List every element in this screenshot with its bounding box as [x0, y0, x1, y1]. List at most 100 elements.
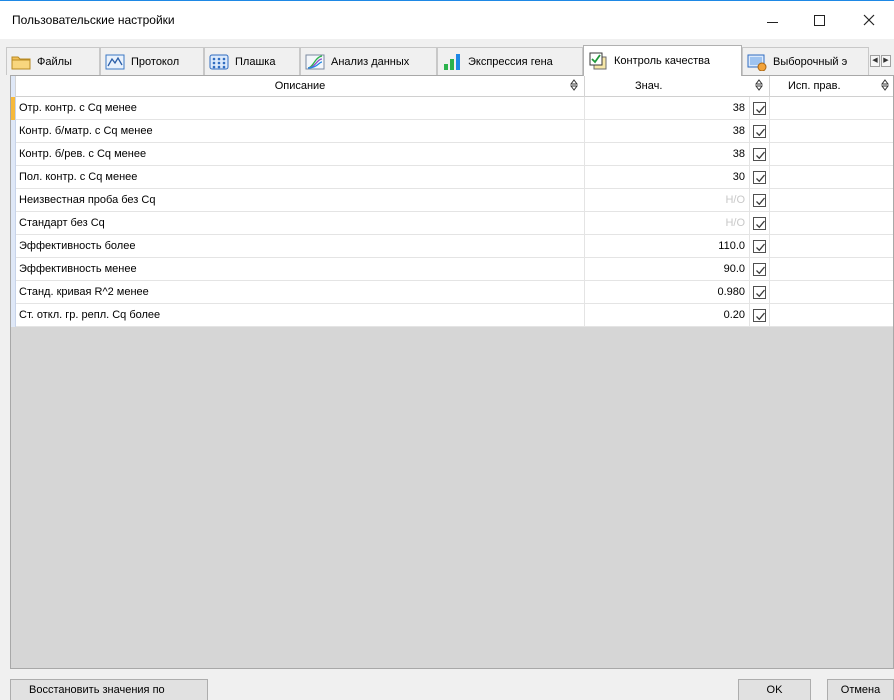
- tab-data-analysis[interactable]: Анализ данных: [300, 47, 437, 75]
- rule-enabled-checkbox[interactable]: [753, 286, 766, 299]
- checkmark-icon: [756, 151, 766, 160]
- sample-icon: [747, 54, 767, 71]
- rule-enabled-checkbox[interactable]: [753, 263, 766, 276]
- column-header-description[interactable]: Описание: [16, 76, 585, 97]
- rule-enabled-cell: [750, 304, 770, 327]
- rule-use-cell[interactable]: [770, 235, 893, 258]
- rule-enabled-checkbox[interactable]: [753, 309, 766, 322]
- rule-value-field[interactable]: 0.20: [585, 304, 750, 327]
- checkmark-icon: [756, 174, 766, 183]
- ok-button[interactable]: OK: [738, 679, 811, 700]
- checkmark-icon: [756, 197, 766, 206]
- tab-files[interactable]: Файлы: [6, 47, 100, 75]
- rule-enabled-cell: [750, 258, 770, 281]
- rule-value-field[interactable]: 38: [585, 143, 750, 166]
- table-row[interactable]: Эффективность более 110.0: [11, 235, 893, 258]
- maximize-button[interactable]: [796, 1, 842, 39]
- rule-enabled-checkbox[interactable]: [753, 148, 766, 161]
- rule-value-field[interactable]: 38: [585, 97, 750, 120]
- rule-value-field[interactable]: Н/О: [585, 212, 750, 235]
- protocol-curve-icon: [105, 54, 125, 69]
- rule-enabled-cell: [750, 97, 770, 120]
- table-row[interactable]: Отр. контр. с Cq менее 38: [11, 97, 893, 120]
- rule-enabled-checkbox[interactable]: [753, 125, 766, 138]
- restore-defaults-button[interactable]: Восстановить значения по: [10, 679, 208, 700]
- rule-use-cell[interactable]: [770, 281, 893, 304]
- rule-use-cell[interactable]: [770, 304, 893, 327]
- checkmark-icon: [756, 289, 766, 298]
- rule-enabled-checkbox[interactable]: [753, 240, 766, 253]
- arrow-right-icon: ▶: [883, 57, 889, 64]
- rule-value-field[interactable]: 38: [585, 120, 750, 143]
- sort-icon: [570, 79, 578, 91]
- rule-enabled-cell: [750, 281, 770, 304]
- rule-enabled-checkbox[interactable]: [753, 102, 766, 115]
- rule-enabled-cell: [750, 143, 770, 166]
- rule-description: Отр. контр. с Cq менее: [16, 97, 585, 120]
- rule-use-cell[interactable]: [770, 120, 893, 143]
- tab-strip: Файлы Протокол Плашка Анализ данных Эксп…: [6, 45, 894, 76]
- close-button[interactable]: [846, 1, 892, 39]
- table-row[interactable]: Неизвестная проба без Cq Н/О: [11, 189, 893, 212]
- arrow-left-icon: ◀: [872, 57, 878, 64]
- table-row[interactable]: Контр. б/матр. с Cq менее 38: [11, 120, 893, 143]
- tab-sample[interactable]: Выборочный э: [742, 47, 869, 75]
- rule-value-field[interactable]: Н/О: [585, 189, 750, 212]
- rule-use-cell[interactable]: [770, 97, 893, 120]
- rule-use-cell[interactable]: [770, 189, 893, 212]
- tab-label: Анализ данных: [331, 55, 410, 68]
- table-row[interactable]: Контр. б/рев. с Cq менее 38: [11, 143, 893, 166]
- rule-description: Неизвестная проба без Cq: [16, 189, 585, 212]
- rule-value-field[interactable]: 0.980: [585, 281, 750, 304]
- rule-enabled-cell: [750, 189, 770, 212]
- checkmark-icon: [756, 243, 766, 252]
- table-row[interactable]: Ст. откл. гр. репл. Cq более 0.20: [11, 304, 893, 327]
- column-header-value[interactable]: Знач.: [585, 76, 770, 97]
- cancel-button[interactable]: Отмена: [827, 679, 894, 700]
- plate-grid-icon: [209, 54, 229, 69]
- rule-use-cell[interactable]: [770, 143, 893, 166]
- column-header-use-rule[interactable]: Исп. прав.: [770, 76, 893, 97]
- tab-label: Файлы: [37, 55, 72, 68]
- checkmark-icon: [756, 312, 766, 321]
- rule-enabled-checkbox[interactable]: [753, 194, 766, 207]
- tab-scroll-right-button[interactable]: ▶: [881, 55, 891, 67]
- rule-description: Пол. контр. с Cq менее: [16, 166, 585, 189]
- tab-quality-control[interactable]: Контроль качества: [583, 45, 742, 76]
- rule-enabled-checkbox[interactable]: [753, 217, 766, 230]
- table-row[interactable]: Эффективность менее 90.0: [11, 258, 893, 281]
- table-row[interactable]: Пол. контр. с Cq менее 30: [11, 166, 893, 189]
- rule-description: Контр. б/рев. с Cq менее: [16, 143, 585, 166]
- tab-protocol[interactable]: Протокол: [100, 47, 204, 75]
- rule-use-cell[interactable]: [770, 212, 893, 235]
- tab-label: Плашка: [235, 55, 276, 68]
- minimize-button[interactable]: [749, 1, 795, 39]
- window-title: Пользовательские настройки: [12, 13, 175, 27]
- rule-value-field[interactable]: 30: [585, 166, 750, 189]
- tab-plate[interactable]: Плашка: [204, 47, 300, 75]
- rule-use-cell[interactable]: [770, 258, 893, 281]
- rule-description: Эффективность менее: [16, 258, 585, 281]
- rule-value-field[interactable]: 90.0: [585, 258, 750, 281]
- tab-label: Контроль качества: [614, 55, 710, 67]
- rule-use-cell[interactable]: [770, 166, 893, 189]
- column-header-label: Описание: [274, 80, 326, 92]
- bar-chart-icon: [444, 53, 460, 70]
- rule-description: Станд. кривая R^2 менее: [16, 281, 585, 304]
- rule-enabled-checkbox[interactable]: [753, 171, 766, 184]
- title-bar[interactable]: Пользовательские настройки: [0, 1, 894, 39]
- tab-scroll-left-button[interactable]: ◀: [870, 55, 880, 67]
- table-row[interactable]: Станд. кривая R^2 менее 0.980: [11, 281, 893, 304]
- qc-rules-grid: Описание Знач. Исп. прав. Отр. контр. с …: [10, 75, 894, 669]
- folder-icon: [11, 56, 31, 69]
- column-header-label: Исп. прав.: [788, 80, 841, 92]
- grid-header: Описание Знач. Исп. прав.: [11, 76, 893, 97]
- tab-label: Протокол: [131, 55, 180, 68]
- tab-gene-expression[interactable]: Экспрессия гена: [437, 47, 583, 75]
- rule-enabled-cell: [750, 120, 770, 143]
- rule-description: Эффективность более: [16, 235, 585, 258]
- rule-value-field[interactable]: 110.0: [585, 235, 750, 258]
- table-row[interactable]: Стандарт без Cq Н/О: [11, 212, 893, 235]
- rule-description: Стандарт без Cq: [16, 212, 585, 235]
- tab-label: Выборочный э: [773, 55, 848, 68]
